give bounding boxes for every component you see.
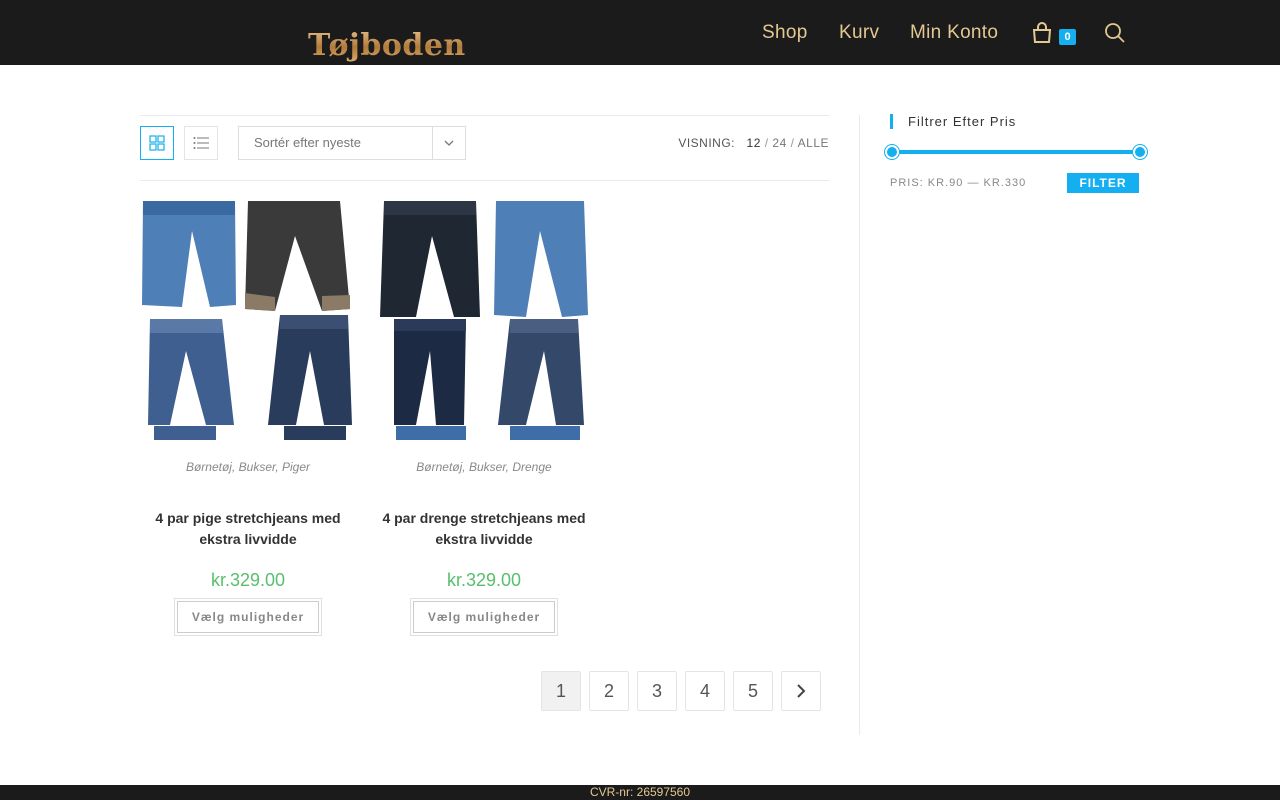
sort-select[interactable]: Sortér efter nyeste <box>238 126 466 160</box>
nav-min-konto-link[interactable]: Min Konto <box>910 22 998 44</box>
price-dash: — <box>967 177 980 189</box>
product-categories[interactable]: Børnetøj, Bukser, Drenge <box>376 460 592 474</box>
price-slider-max-handle[interactable] <box>1133 145 1147 159</box>
sort-select-value: Sortér efter nyeste <box>254 135 361 150</box>
select-options-button[interactable]: Vælg muligheder <box>412 601 556 633</box>
per-page-24[interactable]: 24 <box>772 136 786 150</box>
page-5-button[interactable]: 5 <box>733 671 773 711</box>
list-view-button[interactable] <box>184 126 218 160</box>
page-2-button[interactable]: 2 <box>589 671 629 711</box>
shop-toolbar: Sortér efter nyeste VISNING: 12 / 24 / A… <box>140 115 829 181</box>
page-3-button[interactable]: 3 <box>637 671 677 711</box>
next-page-button[interactable] <box>781 671 821 711</box>
site-footer: CVR-nr: 26597560 <box>0 785 1280 800</box>
per-page-selector: VISNING: 12 / 24 / ALLE <box>678 136 829 150</box>
nav-shop-link[interactable]: Shop <box>762 22 808 44</box>
chevron-right-icon <box>797 684 806 698</box>
per-page-12[interactable]: 12 <box>747 136 761 150</box>
filter-button[interactable]: FILTER <box>1067 173 1139 193</box>
logo-text: Tøjboden <box>308 28 466 63</box>
product-card: Børnetøj, Bukser, Piger 4 par pige stret… <box>140 201 356 633</box>
per-page-all[interactable]: ALLE <box>798 136 829 150</box>
nav-min-konto[interactable]: Min Konto <box>910 0 998 65</box>
visning-label: VISNING: <box>678 136 736 150</box>
product-image[interactable] <box>376 201 592 440</box>
cvr-text: CVR-nr: 26597560 <box>589 785 691 799</box>
nav-shop[interactable]: Shop <box>762 0 808 65</box>
cart-count-badge: 0 <box>1059 29 1076 45</box>
list-view-icon <box>193 137 209 149</box>
select-options-button[interactable]: Vælg muligheder <box>176 601 320 633</box>
price-label: PRIS: <box>890 177 924 189</box>
price-max: KR.330 <box>983 177 1027 189</box>
page-4-button[interactable]: 4 <box>685 671 725 711</box>
price-min: KR.90 <box>927 177 964 189</box>
page-1-button[interactable]: 1 <box>541 671 581 711</box>
product-card: Børnetøj, Bukser, Drenge 4 par drenge st… <box>376 201 592 633</box>
nav-kurv-link[interactable]: Kurv <box>839 22 879 44</box>
shopping-bag-icon <box>1032 22 1052 43</box>
sidebar-divider <box>859 115 860 735</box>
site-header: Tøjboden Shop Kurv Min Konto 0 <box>0 0 1280 65</box>
chevron-down-icon <box>432 127 465 159</box>
price-filter-title: Filtrer Efter Pris <box>890 114 1016 129</box>
product-price: kr.329.00 <box>446 570 522 590</box>
product-categories[interactable]: Børnetøj, Bukser, Piger <box>140 460 356 474</box>
grid-view-icon <box>149 135 165 151</box>
product-title[interactable]: 4 par drenge stretchjeans med ekstra liv… <box>376 508 592 550</box>
price-range-text: PRIS: KR.90 — KR.330 <box>890 177 1026 189</box>
product-image[interactable] <box>140 201 356 440</box>
price-slider-min-handle[interactable] <box>885 145 899 159</box>
search-button[interactable] <box>1104 22 1126 49</box>
cart-button[interactable]: 0 <box>1031 20 1077 48</box>
search-icon <box>1105 23 1125 43</box>
nav-kurv[interactable]: Kurv <box>839 0 879 65</box>
product-title[interactable]: 4 par pige stretchjeans med ekstra livvi… <box>140 508 356 550</box>
product-price: kr.329.00 <box>210 570 286 590</box>
price-slider-track[interactable] <box>892 150 1140 154</box>
grid-view-button[interactable] <box>140 126 174 160</box>
